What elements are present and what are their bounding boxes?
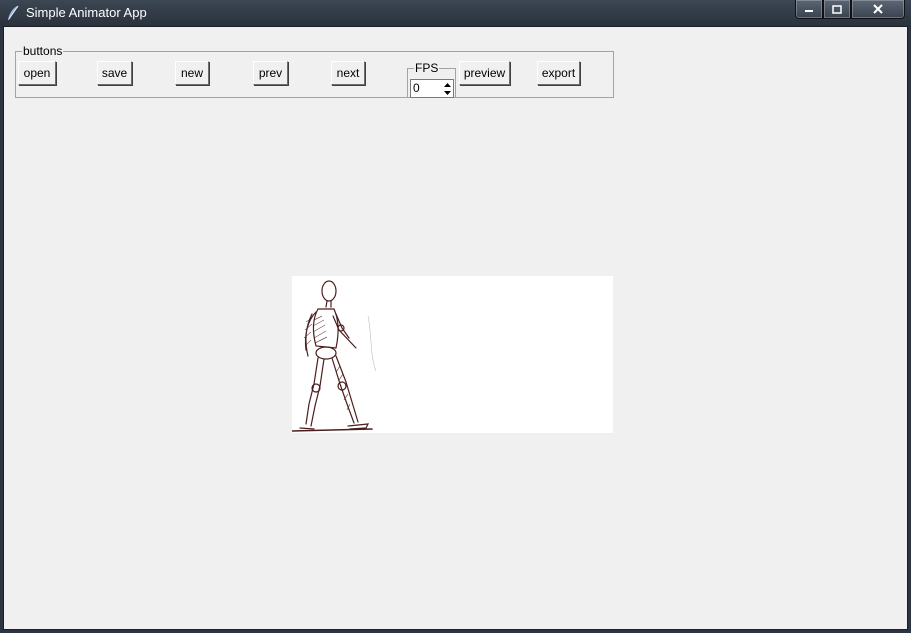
save-button[interactable]: save	[97, 61, 132, 85]
main-window-area: buttons open save new prev next FPS 0 pr…	[3, 26, 908, 630]
maximize-icon	[832, 4, 842, 14]
fps-value[interactable]: 0	[413, 81, 420, 95]
next-button[interactable]: next	[331, 61, 365, 85]
open-button[interactable]: open	[18, 61, 56, 85]
export-button[interactable]: export	[537, 61, 580, 85]
fps-group: FPS 0	[407, 62, 456, 98]
spin-down-icon[interactable]	[443, 89, 452, 96]
window-title: Simple Animator App	[26, 5, 147, 20]
close-icon	[872, 4, 884, 14]
minimize-button[interactable]	[795, 0, 823, 19]
walking-figure-sketch	[291, 280, 377, 432]
feather-icon	[6, 5, 20, 21]
fps-spinbox[interactable]: 0	[410, 79, 454, 98]
spin-up-icon[interactable]	[443, 81, 452, 88]
buttons-group-label: buttons	[22, 44, 64, 58]
title-bar: Simple Animator App	[0, 0, 911, 26]
minimize-icon	[804, 5, 814, 13]
window-controls	[795, 0, 905, 19]
prev-button[interactable]: prev	[253, 61, 288, 85]
fps-label: FPS	[414, 61, 440, 75]
new-button[interactable]: new	[175, 61, 209, 85]
close-button[interactable]	[851, 0, 905, 19]
animation-canvas[interactable]	[291, 276, 613, 433]
fps-spin-arrows	[443, 81, 452, 96]
preview-button[interactable]: preview	[459, 61, 510, 85]
maximize-button[interactable]	[823, 0, 851, 19]
